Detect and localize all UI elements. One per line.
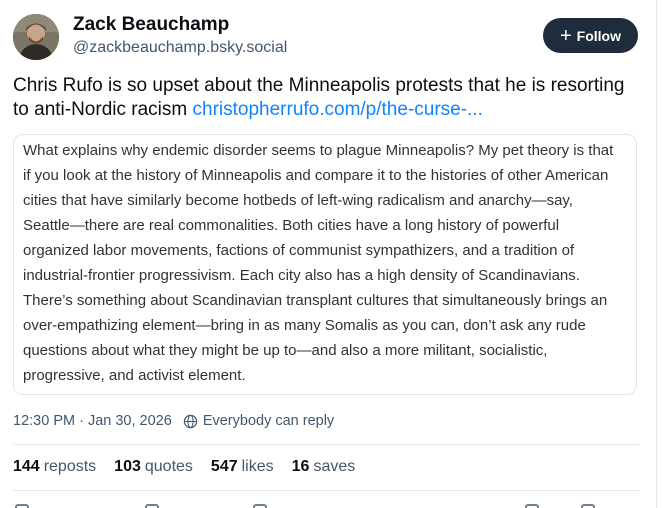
quotes-count: 103: [114, 458, 141, 475]
globe-icon: [183, 414, 198, 428]
divider: [13, 444, 639, 445]
post-link[interactable]: christopherrufo.com/p/the-curse-...: [193, 99, 483, 120]
reposts-count: 144: [13, 458, 40, 475]
action-bar: [13, 500, 633, 508]
likes-stat[interactable]: 547 likes: [211, 458, 274, 476]
quote-text: What explains why endemic disorder seems…: [23, 142, 614, 384]
author-name[interactable]: Zack Beauchamp: [73, 14, 229, 36]
reply-icon[interactable]: [15, 504, 29, 508]
avatar-photo-icon: [13, 14, 59, 60]
likes-label: likes: [241, 458, 274, 475]
quotes-stat[interactable]: 103 quotes: [114, 458, 193, 476]
follow-button[interactable]: + Follow: [543, 18, 638, 53]
reply-setting[interactable]: Everybody can reply: [203, 413, 334, 429]
engagement-stats: 144 reposts 103 quotes 547 likes 16 saves: [13, 458, 373, 476]
quote-embed[interactable]: What explains why endemic disorder seems…: [13, 134, 637, 395]
avatar[interactable]: [13, 14, 59, 60]
divider: [13, 490, 639, 491]
saves-label: saves: [313, 458, 356, 475]
share-icon[interactable]: [581, 504, 595, 508]
post-meta: 12:30 PM · Jan 30, 2026 Everybody can re…: [13, 413, 334, 429]
follow-label: Follow: [576, 27, 621, 44]
like-icon[interactable]: [253, 504, 267, 508]
bookmark-icon[interactable]: [525, 504, 539, 508]
panel-border: [656, 0, 657, 508]
saves-count: 16: [291, 458, 310, 475]
plus-icon: +: [559, 24, 572, 47]
reposts-label: reposts: [43, 458, 97, 475]
repost-icon[interactable]: [145, 504, 159, 508]
likes-count: 547: [210, 458, 238, 475]
timestamp[interactable]: 12:30 PM · Jan 30, 2026: [13, 413, 172, 429]
post-text: Chris Rufo is so upset about the Minneap…: [13, 74, 633, 122]
saves-stat[interactable]: 16 saves: [292, 458, 356, 476]
reposts-stat[interactable]: 144 reposts: [13, 458, 96, 476]
author-handle[interactable]: @zackbeauchamp.bsky.social: [73, 39, 287, 57]
quotes-label: quotes: [144, 458, 193, 475]
